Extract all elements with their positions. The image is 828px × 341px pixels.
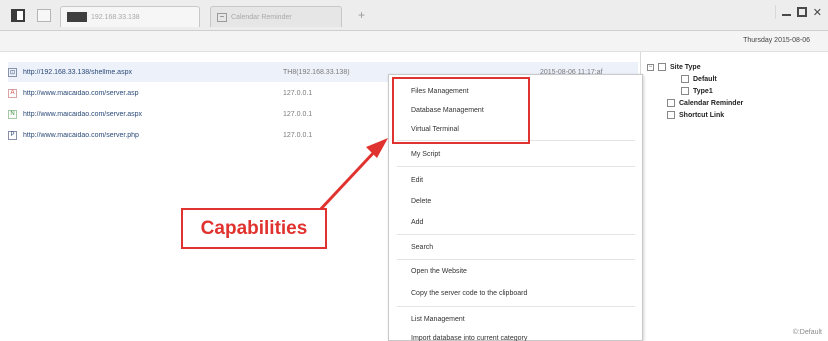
site-url: http://www.maicaidao.com/server.php xyxy=(23,131,139,139)
menu-separator xyxy=(397,166,635,167)
status-text: ©:Default xyxy=(792,329,822,336)
tree-label: Calendar Reminder xyxy=(679,99,744,107)
tree-node-site-type[interactable]: − Site Type xyxy=(647,63,701,71)
tree-label: Default xyxy=(693,75,717,83)
app-layout-icon[interactable] xyxy=(11,9,25,22)
window-controls: ✕ xyxy=(774,5,822,19)
menu-item-delete[interactable]: Delete xyxy=(395,191,635,211)
calendar-icon xyxy=(217,12,227,22)
calendar-icon xyxy=(667,99,675,107)
menu-separator xyxy=(397,234,635,235)
menu-separator xyxy=(397,306,635,307)
php-icon: P xyxy=(8,130,17,140)
tree-node-shortcut[interactable]: Shortcut Link xyxy=(667,111,724,119)
menu-item-edit[interactable]: Edit xyxy=(395,170,635,190)
menu-item-copy-server-code[interactable]: Copy the server code to the clipboard xyxy=(395,283,635,303)
menu-item-list-management[interactable]: List Management xyxy=(395,309,635,329)
tree-label: Site Type xyxy=(670,63,701,71)
folder-icon xyxy=(658,63,666,71)
minimize-icon[interactable] xyxy=(781,14,791,16)
asp-icon: A xyxy=(8,88,17,98)
title-bar: 192.168.33.138 Calendar Reminder + ✕ xyxy=(0,0,828,31)
maximize-icon[interactable] xyxy=(796,7,807,17)
aspx-icon: ⊡ xyxy=(8,67,17,77)
tree-node-default[interactable]: Default xyxy=(681,75,717,83)
capabilities-highlight-box xyxy=(392,77,530,144)
menu-item-add[interactable]: Add xyxy=(395,212,635,232)
close-icon[interactable]: ✕ xyxy=(813,6,822,19)
tree-node-calendar[interactable]: Calendar Reminder xyxy=(667,99,743,107)
menu-item-open-website[interactable]: Open the Website xyxy=(395,261,635,281)
menu-item-my-script[interactable]: My Script xyxy=(395,144,635,164)
tab-site-shell[interactable]: 192.168.33.138 xyxy=(60,6,200,27)
site-url: http://www.maicaidao.com/server.aspx xyxy=(23,110,143,118)
capabilities-callout: Capabilities xyxy=(181,208,327,249)
separator xyxy=(774,5,776,19)
menu-item-import-database[interactable]: Import database into current category xyxy=(395,328,635,341)
aspx-icon: N xyxy=(8,109,17,119)
site-url: http://192.168.33.138/shellme.aspx xyxy=(23,68,132,76)
new-tab-button[interactable]: + xyxy=(358,8,365,22)
app-blank-icon[interactable] xyxy=(37,9,51,22)
current-date: Thursday 2015-08-06 xyxy=(743,37,810,44)
date-bar: Thursday 2015-08-06 xyxy=(0,31,828,52)
tree-label: Shortcut Link xyxy=(679,111,725,119)
menu-separator xyxy=(397,259,635,260)
checkbox-icon[interactable] xyxy=(681,87,689,95)
tree-node-type1[interactable]: Type1 xyxy=(681,87,713,95)
tab-calendar-reminder[interactable]: Calendar Reminder xyxy=(210,6,342,27)
link-icon xyxy=(667,111,675,119)
menu-item-search[interactable]: Search xyxy=(395,237,635,257)
checkbox-icon[interactable] xyxy=(681,75,689,83)
terminal-icon xyxy=(67,12,87,22)
tab-label: 192.168.33.138 xyxy=(91,13,140,21)
tree-label: Type1 xyxy=(693,87,713,95)
site-url: http://www.maicaidao.com/server.asp xyxy=(23,89,139,97)
tab-label: Calendar Reminder xyxy=(231,13,292,21)
collapse-icon[interactable]: − xyxy=(647,63,654,71)
